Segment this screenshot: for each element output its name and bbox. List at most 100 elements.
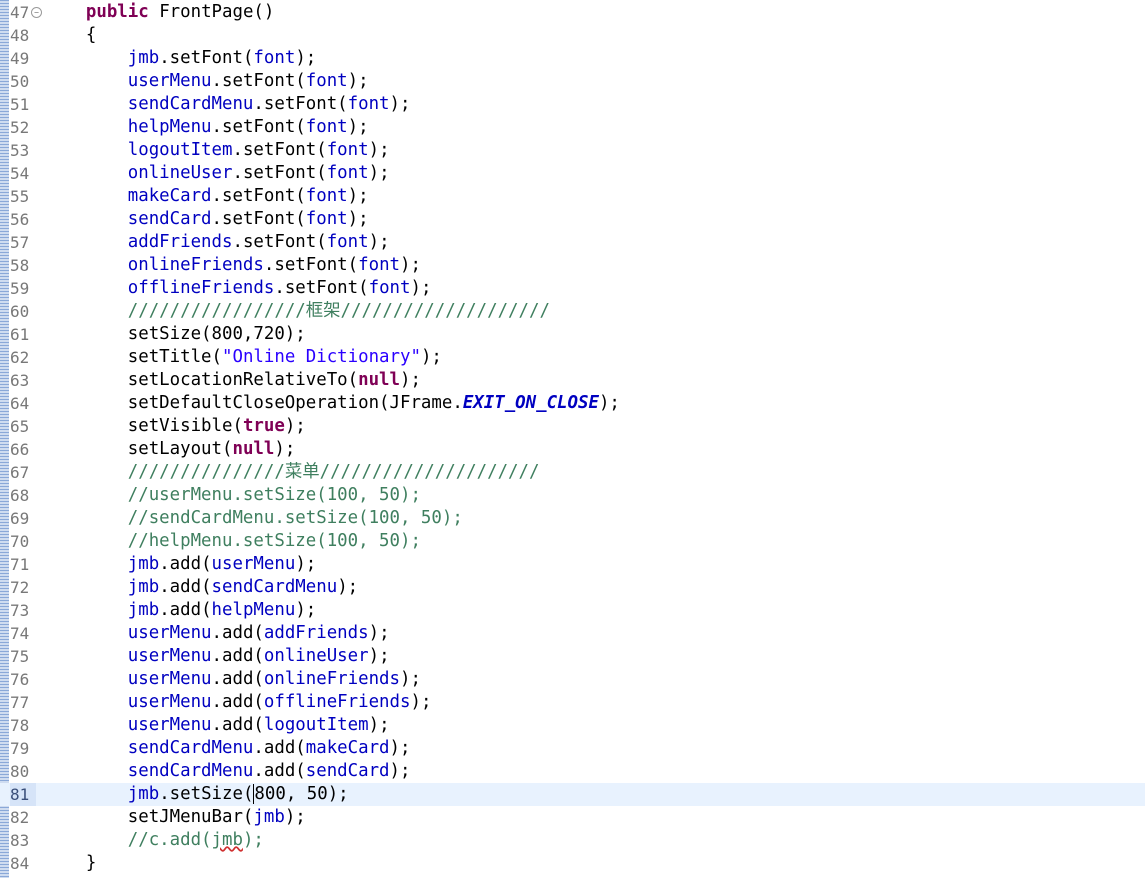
line-number[interactable]: 66 [10,438,36,461]
line-number[interactable]: 75 [10,645,36,668]
code-line[interactable]: 47− public FrontPage() [0,1,1145,24]
code-text[interactable]: userMenu.add(onlineUser); [44,645,390,668]
code-line[interactable]: 82 setJMenuBar(jmb); [0,806,1145,829]
code-line[interactable]: 64 setDefaultCloseOperation(JFrame.EXIT_… [0,392,1145,415]
code-text[interactable]: jmb.add(userMenu); [44,553,317,576]
line-number[interactable]: 50 [10,70,36,93]
code-line[interactable]: 73 jmb.add(helpMenu); [0,599,1145,622]
code-text[interactable]: setJMenuBar(jmb); [44,806,306,829]
code-line[interactable]: 61 setSize(800,720); [0,323,1145,346]
code-text[interactable]: userMenu.add(logoutItem); [44,714,390,737]
line-number[interactable]: 73 [10,599,36,622]
line-number[interactable]: 48 [10,24,36,47]
code-line[interactable]: 75 userMenu.add(onlineUser); [0,645,1145,668]
line-number[interactable]: 74 [10,622,36,645]
code-text[interactable]: userMenu.add(addFriends); [44,622,390,645]
code-line[interactable]: 68 //userMenu.setSize(100, 50); [0,484,1145,507]
code-text[interactable]: userMenu.add(onlineFriends); [44,668,421,691]
code-line[interactable]: 67 ///////////////菜单////////////////////… [0,461,1145,484]
code-line[interactable]: 77 userMenu.add(offlineFriends); [0,691,1145,714]
line-number[interactable]: 54 [10,162,36,185]
code-text[interactable]: offlineFriends.setFont(font); [44,277,432,300]
line-number[interactable]: 51 [10,93,36,116]
line-number[interactable]: 64 [10,392,36,415]
code-line[interactable]: 84 } [0,852,1145,875]
line-number[interactable]: 78 [10,714,36,737]
code-line[interactable]: 78 userMenu.add(logoutItem); [0,714,1145,737]
code-text[interactable]: onlineUser.setFont(font); [44,162,390,185]
code-line[interactable]: 80 sendCardMenu.add(sendCard); [0,760,1145,783]
code-line-current[interactable]: 81 jmb.setSize(800, 50); [0,783,1145,806]
code-text[interactable]: setDefaultCloseOperation(JFrame.EXIT_ON_… [44,392,620,415]
code-text[interactable]: setLocationRelativeTo(null); [44,369,421,392]
line-number[interactable]: 76 [10,668,36,691]
code-text[interactable]: userMenu.add(offlineFriends); [44,691,432,714]
code-text[interactable]: setTitle("Online Dictionary"); [44,346,442,369]
code-text[interactable]: jmb.setFont(font); [44,47,317,70]
code-line[interactable]: 57 addFriends.setFont(font); [0,231,1145,254]
code-line[interactable]: 53 logoutItem.setFont(font); [0,139,1145,162]
code-text[interactable]: addFriends.setFont(font); [44,231,390,254]
code-text[interactable]: { [44,24,96,47]
code-text[interactable]: setLayout(null); [44,438,296,461]
code-text[interactable]: logoutItem.setFont(font); [44,139,390,162]
line-number[interactable]: 84 [10,852,36,875]
line-number[interactable]: 56 [10,208,36,231]
code-line[interactable]: 63 setLocationRelativeTo(null); [0,369,1145,392]
code-text[interactable]: helpMenu.setFont(font); [44,116,369,139]
code-text[interactable]: //c.add(jmb); [44,829,264,852]
code-line[interactable]: 74 userMenu.add(addFriends); [0,622,1145,645]
code-text[interactable]: sendCardMenu.add(sendCard); [44,760,411,783]
code-text[interactable]: sendCard.setFont(font); [44,208,369,231]
line-number[interactable]: 52 [10,116,36,139]
code-text[interactable]: //userMenu.setSize(100, 50); [44,484,421,507]
code-line[interactable]: 60 /////////////////框架//////////////////… [0,300,1145,323]
line-number[interactable]: 77 [10,691,36,714]
code-line[interactable]: 56 sendCard.setFont(font); [0,208,1145,231]
code-text[interactable]: makeCard.setFont(font); [44,185,369,208]
line-number[interactable]: 82 [10,806,36,829]
line-number[interactable]: 68 [10,484,36,507]
code-text[interactable]: } [44,852,96,875]
code-text[interactable]: sendCardMenu.setFont(font); [44,93,411,116]
code-line[interactable]: 48 { [0,24,1145,47]
code-line[interactable]: 65 setVisible(true); [0,415,1145,438]
line-number[interactable]: 62 [10,346,36,369]
line-number[interactable]: 61 [10,323,36,346]
code-text[interactable]: jmb.add(sendCardMenu); [44,576,358,599]
line-number[interactable]: 72 [10,576,36,599]
fold-toggle-icon[interactable]: − [31,7,42,18]
line-number[interactable]: 79 [10,737,36,760]
line-number[interactable]: 71 [10,553,36,576]
line-number[interactable]: 65 [10,415,36,438]
code-text[interactable]: /////////////////框架//////////////////// [44,300,550,323]
code-line[interactable]: 66 setLayout(null); [0,438,1145,461]
line-number[interactable]: 57 [10,231,36,254]
code-line[interactable]: 72 jmb.add(sendCardMenu); [0,576,1145,599]
code-text[interactable]: setVisible(true); [44,415,306,438]
code-line[interactable]: 69 //sendCardMenu.setSize(100, 50); [0,507,1145,530]
code-text[interactable]: jmb.add(helpMenu); [44,599,317,622]
code-text[interactable]: ///////////////菜单///////////////////// [44,461,540,484]
line-number[interactable]: 58 [10,254,36,277]
code-line[interactable]: 71 jmb.add(userMenu); [0,553,1145,576]
line-number[interactable]: 81 [10,783,36,806]
line-number[interactable]: 55 [10,185,36,208]
code-line[interactable]: 54 onlineUser.setFont(font); [0,162,1145,185]
code-line[interactable]: 76 userMenu.add(onlineFriends); [0,668,1145,691]
code-line[interactable]: 59 offlineFriends.setFont(font); [0,277,1145,300]
code-line[interactable]: 58 onlineFriends.setFont(font); [0,254,1145,277]
code-line[interactable]: 62 setTitle("Online Dictionary"); [0,346,1145,369]
code-line[interactable]: 70 //helpMenu.setSize(100, 50); [0,530,1145,553]
code-line[interactable]: 52 helpMenu.setFont(font); [0,116,1145,139]
code-text[interactable]: public FrontPage() [44,1,274,24]
code-line[interactable]: 49 jmb.setFont(font); [0,47,1145,70]
code-text[interactable]: onlineFriends.setFont(font); [44,254,421,277]
code-text[interactable]: jmb.setSize(800, 50); [44,783,349,806]
code-editor[interactable]: 47− public FrontPage() 48 {49 jmb.setFont… [0,0,1145,878]
line-number[interactable]: 69 [10,507,36,530]
code-line[interactable]: 55 makeCard.setFont(font); [0,185,1145,208]
code-line[interactable]: 83 //c.add(jmb); [0,829,1145,852]
code-text[interactable]: //sendCardMenu.setSize(100, 50); [44,507,463,530]
code-line[interactable]: 79 sendCardMenu.add(makeCard); [0,737,1145,760]
